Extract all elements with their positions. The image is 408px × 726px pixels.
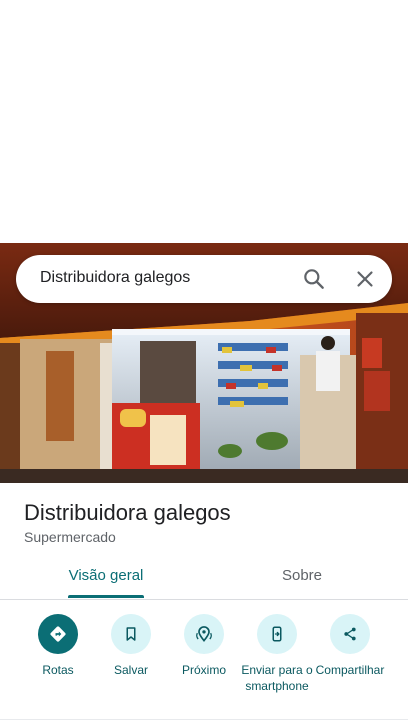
place-category: Supermercado — [24, 529, 116, 545]
tab-about[interactable]: Sobre — [252, 567, 352, 600]
directions-icon — [38, 614, 78, 654]
active-tab-indicator — [68, 595, 144, 598]
search-input[interactable]: Distribuidora galegos — [40, 269, 190, 287]
directions-button[interactable]: Rotas — [18, 614, 98, 678]
save-label: Salvar — [113, 663, 148, 677]
place-title: Distribuidora galegos — [24, 500, 231, 525]
tabs-divider — [0, 599, 408, 600]
search-bar[interactable]: Distribuidora galegos — [16, 255, 392, 303]
save-button[interactable]: Salvar — [91, 614, 171, 678]
share-label: Compartilhar — [315, 663, 385, 677]
nearby-button[interactable]: Próximo — [164, 614, 244, 678]
share-button[interactable]: Compartilhar — [310, 614, 390, 678]
send-to-phone-button[interactable]: Enviar para o smartphone — [237, 614, 317, 694]
close-icon[interactable] — [352, 266, 378, 292]
share-icon — [330, 614, 370, 654]
nearby-label: Próximo — [181, 663, 226, 677]
bottom-divider — [0, 719, 408, 720]
directions-label: Rotas — [42, 663, 74, 677]
map-blank-area — [0, 0, 408, 243]
send-to-phone-label: Enviar para o smartphone — [241, 663, 313, 693]
bookmark-icon — [111, 614, 151, 654]
search-icon[interactable] — [301, 266, 327, 292]
nearby-icon — [184, 614, 224, 654]
send-to-phone-icon — [257, 614, 297, 654]
